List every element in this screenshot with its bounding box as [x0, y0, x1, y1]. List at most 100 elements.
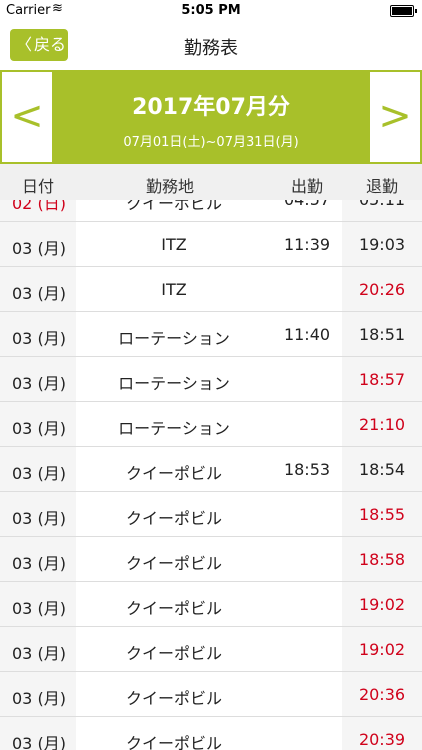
row-location: クイーポビル	[125, 689, 222, 708]
table-row[interactable]: 03 (月) ローテーション 21:10	[0, 402, 422, 447]
row-out-cell: 20:36	[342, 672, 422, 716]
row-location: クイーポビル	[125, 554, 222, 573]
row-out-cell: 18:58	[342, 537, 422, 581]
table-row[interactable]: 03 (月) クイーポビル 18:53 18:54	[0, 447, 422, 492]
row-clock-out: 18:57	[358, 370, 406, 389]
row-date: 03 (月)	[12, 554, 66, 573]
column-header-in: 出勤	[291, 177, 324, 196]
table-row[interactable]: 03 (月) ITZ 11:39 19:03	[0, 222, 422, 267]
row-date-cell: 03 (月)	[0, 267, 76, 311]
row-clock-out: 20:39	[358, 730, 406, 749]
row-location: ローテーション	[118, 329, 230, 348]
row-location: ITZ	[161, 235, 187, 254]
row-clock-out: 19:02	[358, 595, 406, 614]
row-date-cell: 03 (月)	[0, 312, 76, 356]
row-date: 03 (月)	[12, 689, 66, 708]
month-title: 2017年07月分	[132, 95, 290, 120]
table-row[interactable]: 03 (月) クイーポビル 20:36	[0, 672, 422, 717]
month-header: < 2017年07月分 07月01日(土)~07月31日(月) >	[0, 70, 422, 164]
row-location: ITZ	[161, 280, 187, 299]
row-out-cell: 18:54	[342, 447, 422, 491]
column-header-date: 日付	[22, 177, 55, 196]
attendance-list-content: 02 (日) クイーポビル 04:5705:11 03 (月) ITZ 11:39 19:0…	[0, 200, 422, 750]
row-date: 03 (月)	[12, 374, 66, 393]
row-date-cell: 02 (日)	[0, 200, 76, 221]
table-row[interactable]: 03 (月) クイーポビル 18:55	[0, 492, 422, 537]
row-date-cell: 03 (月)	[0, 627, 76, 671]
row-out-cell: 20:26	[342, 267, 422, 311]
row-out-cell: 18:55	[342, 492, 422, 536]
table-row[interactable]: 03 (月) クイーポビル 19:02	[0, 582, 422, 627]
column-header-out: 退勤	[366, 177, 399, 196]
table-row[interactable]: 02 (日) クイーポビル 04:5705:11	[0, 200, 422, 222]
status-bar: Carrier ≋ 5:05 PM	[0, 0, 422, 22]
row-out-cell: 19:03	[342, 222, 422, 266]
row-date: 03 (月)	[12, 644, 66, 663]
row-date-cell: 03 (月)	[0, 357, 76, 401]
row-out-cell: 20:39	[342, 717, 422, 750]
row-location: クイーポビル	[125, 464, 222, 483]
status-time: 5:05 PM	[181, 3, 241, 18]
row-date: 03 (月)	[12, 284, 66, 303]
row-date: 03 (月)	[12, 599, 66, 618]
row-date: 02 (日)	[12, 200, 66, 213]
navigation-bar: 〈戻る 勤務表	[0, 22, 422, 68]
row-date: 03 (月)	[12, 464, 66, 483]
row-date-cell: 03 (月)	[0, 582, 76, 626]
month-display: 2017年07月分 07月01日(土)~07月31日(月)	[54, 70, 368, 164]
row-clock-out: 19:02	[358, 640, 406, 659]
row-date-cell: 03 (月)	[0, 492, 76, 536]
row-date-cell: 03 (月)	[0, 537, 76, 581]
row-clock-in: 18:53	[283, 460, 331, 479]
row-location: クイーポビル	[125, 734, 222, 750]
row-date: 03 (月)	[12, 419, 66, 438]
table-row[interactable]: 03 (月) ローテーション 18:57	[0, 357, 422, 402]
row-clock-in: 11:40	[283, 325, 331, 344]
table-row[interactable]: 03 (月) クイーポビル 18:58	[0, 537, 422, 582]
row-clock-out: 18:55	[358, 505, 406, 524]
column-header-location: 勤務地	[146, 177, 195, 196]
row-date: 03 (月)	[12, 329, 66, 348]
month-range: 07月01日(土)~07月31日(月)	[123, 135, 299, 150]
row-date: 03 (月)	[12, 509, 66, 528]
page-title: 勤務表	[184, 38, 238, 59]
row-clock-out: 18:58	[358, 550, 406, 569]
row-clock-out: 20:26	[358, 280, 406, 299]
row-date: 03 (月)	[12, 734, 66, 750]
row-out-cell: 18:51	[342, 312, 422, 356]
battery-icon	[390, 5, 417, 17]
row-location: クイーポビル	[125, 509, 222, 528]
row-out-cell: 05:11	[342, 200, 422, 221]
row-out-cell: 19:02	[342, 627, 422, 671]
row-date-cell: 03 (月)	[0, 447, 76, 491]
row-clock-out: 05:11	[342, 200, 422, 209]
row-location: ローテーション	[118, 374, 230, 393]
prev-month-button[interactable]: <	[0, 70, 54, 164]
row-clock-out: 19:03	[358, 235, 406, 254]
table-row[interactable]: 03 (月) クイーポビル 20:39	[0, 717, 422, 750]
row-date: 03 (月)	[12, 239, 66, 258]
row-clock-out: 18:54	[358, 460, 406, 479]
attendance-list[interactable]: 02 (日) クイーポビル 04:5705:11 03 (月) ITZ 11:39 19:0…	[0, 200, 422, 750]
table-row[interactable]: 03 (月) ITZ 20:26	[0, 267, 422, 312]
row-date-cell: 03 (月)	[0, 672, 76, 716]
row-date-cell: 03 (月)	[0, 222, 76, 266]
row-out-cell: 19:02	[342, 582, 422, 626]
row-clock-out: 18:51	[358, 325, 406, 344]
row-clock-out: 20:36	[358, 685, 406, 704]
row-out-cell: 21:10	[342, 402, 422, 446]
row-clock-out: 21:10	[358, 415, 406, 434]
row-date-cell: 03 (月)	[0, 402, 76, 446]
row-out-cell: 18:57	[342, 357, 422, 401]
row-location: クイーポビル	[125, 644, 222, 663]
row-location: クイーポビル	[125, 599, 222, 618]
row-clock-in: 11:39	[283, 235, 331, 254]
row-location: クイーポビル	[125, 200, 222, 213]
row-date-cell: 03 (月)	[0, 717, 76, 750]
row-location: ローテーション	[118, 419, 230, 438]
next-month-button[interactable]: >	[368, 70, 422, 164]
row-clock-in: 04:57	[272, 200, 342, 209]
table-row[interactable]: 03 (月) クイーポビル 19:02	[0, 627, 422, 672]
column-header: 日付 勤務地 出勤 退勤	[0, 164, 422, 200]
table-row[interactable]: 03 (月) ローテーション 11:40 18:51	[0, 312, 422, 357]
